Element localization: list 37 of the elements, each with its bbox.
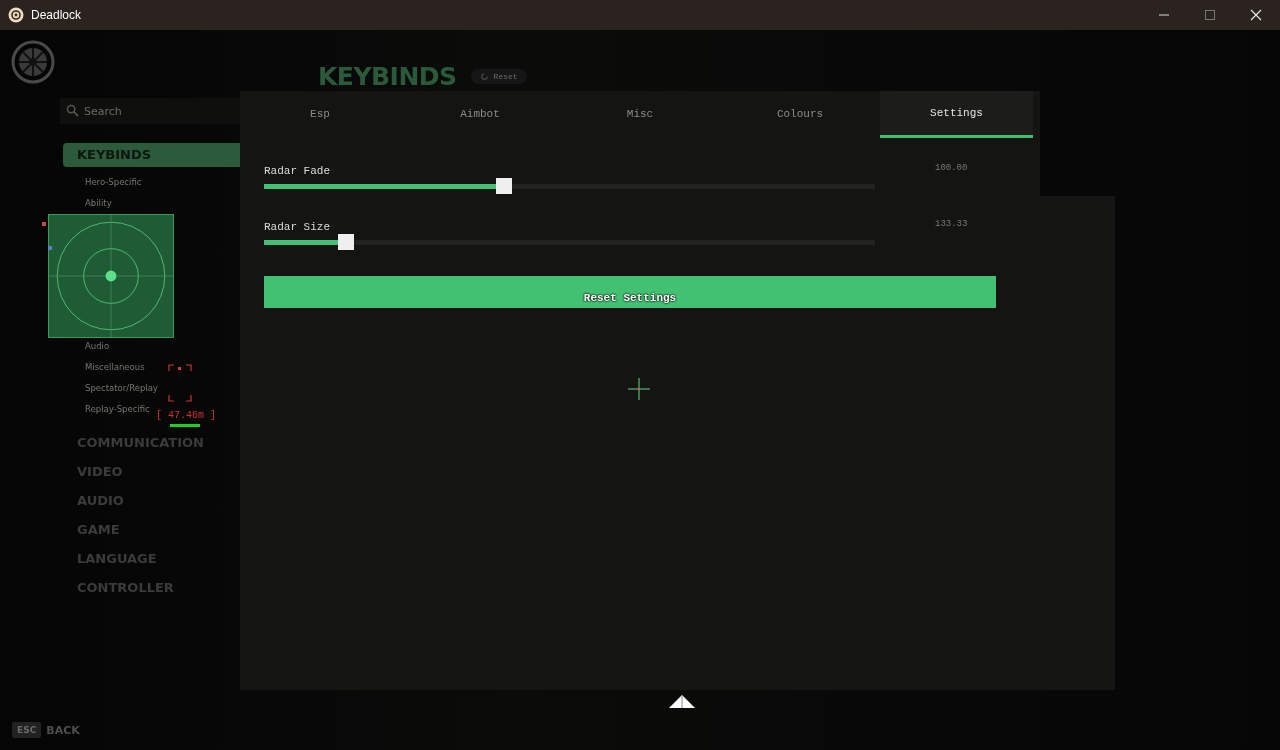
slider-thumb[interactable] bbox=[496, 178, 513, 194]
tab[interactable]: Misc bbox=[560, 91, 720, 138]
tab[interactable]: Colours bbox=[720, 91, 880, 138]
subcategory-item[interactable]: Hero-Specific bbox=[85, 176, 142, 188]
tab[interactable]: Esp bbox=[240, 91, 400, 138]
search-icon bbox=[66, 104, 79, 117]
enemy-marker-icon bbox=[42, 222, 46, 226]
tab[interactable]: Settings bbox=[880, 91, 1033, 138]
slider-label: Radar Fade bbox=[264, 164, 331, 179]
crosshair-icon bbox=[628, 378, 650, 400]
close-icon[interactable] bbox=[1250, 9, 1262, 21]
slider-track[interactable] bbox=[264, 178, 875, 194]
back-link[interactable]: BACK bbox=[46, 723, 80, 737]
window-title: Deadlock bbox=[31, 8, 82, 22]
app-icon bbox=[8, 7, 24, 23]
subcategory-item[interactable]: Spectator/Replay bbox=[85, 382, 158, 394]
subcategory-item[interactable]: Ability bbox=[85, 197, 112, 209]
ally-marker-icon bbox=[48, 246, 52, 250]
esc-key[interactable]: ESC bbox=[12, 722, 42, 738]
tab[interactable]: Aimbot bbox=[400, 91, 560, 138]
slider-track[interactable] bbox=[264, 234, 875, 250]
page-heading: KEYBINDS bbox=[318, 61, 457, 91]
slider-thumb[interactable] bbox=[337, 234, 354, 250]
maximize-icon[interactable] bbox=[1204, 9, 1216, 21]
esp-box-drawing bbox=[168, 364, 192, 402]
up-arrow-icon[interactable] bbox=[669, 695, 695, 709]
subcategory-item[interactable]: Audio bbox=[85, 340, 110, 352]
health-bar bbox=[170, 424, 200, 427]
distance-label: [ 47.46m ] bbox=[156, 410, 216, 421]
slider-label: Radar Size bbox=[264, 220, 331, 235]
reset-button[interactable]: Reset bbox=[470, 68, 527, 84]
search-field[interactable]: Search bbox=[60, 98, 240, 124]
subcategory-item[interactable]: Replay-Specific bbox=[85, 403, 150, 415]
subcategory-item[interactable]: Miscellaneous bbox=[85, 361, 145, 373]
reset-icon bbox=[479, 71, 489, 81]
slider-value: 133.33 bbox=[935, 220, 968, 231]
slider-value: 100.00 bbox=[935, 164, 968, 175]
